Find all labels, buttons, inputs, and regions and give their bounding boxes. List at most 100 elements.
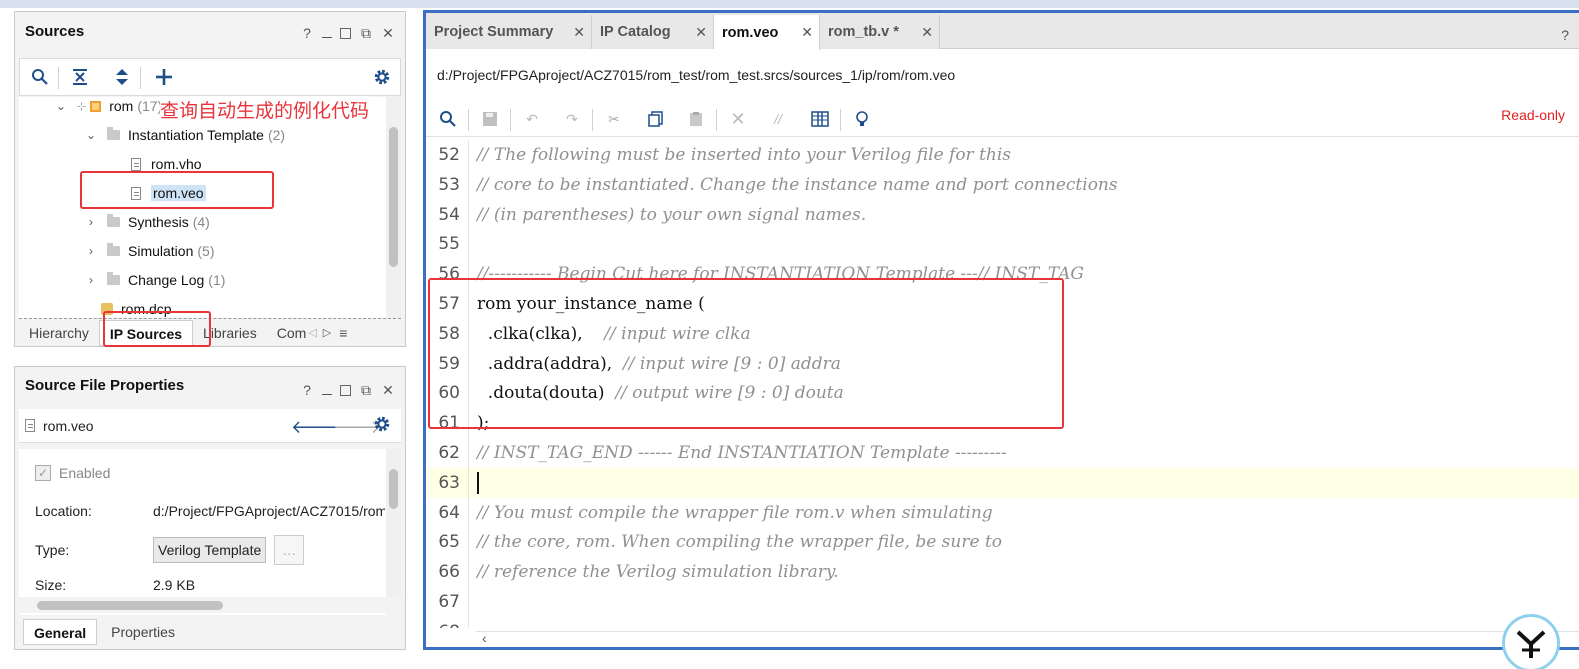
code-line[interactable]: 66 // reference the Verilog simulation li… bbox=[426, 557, 1579, 588]
undo-icon[interactable]: ↶ bbox=[520, 107, 544, 131]
help-icon[interactable]: ? bbox=[300, 383, 314, 397]
close-icon[interactable]: ✕ bbox=[381, 26, 395, 40]
properties-hscrollbar[interactable] bbox=[19, 597, 386, 613]
annotation-text: 查询自动生成的例化代码 bbox=[160, 96, 370, 123]
code-line[interactable]: 67 bbox=[426, 587, 1579, 617]
annotation-box-ip-sources bbox=[103, 311, 211, 347]
type-value-button[interactable]: Verilog Template bbox=[153, 537, 267, 563]
tree-item-synthesis[interactable]: › Synthesis (4) bbox=[85, 210, 210, 234]
tab-ip-catalog[interactable]: IP Catalog ✕ bbox=[592, 15, 714, 49]
read-only-label: Read-only bbox=[1501, 107, 1565, 123]
tree-item-instantiation-template[interactable]: ⌄ Instantiation Template (2) bbox=[85, 123, 285, 147]
close-icon[interactable]: ✕ bbox=[695, 24, 707, 41]
line-number: 66 bbox=[438, 562, 460, 583]
enabled-checkbox[interactable]: ✓ bbox=[35, 465, 51, 481]
line-number: 63 bbox=[438, 472, 460, 493]
type-more-button[interactable]: … bbox=[274, 535, 305, 565]
collapse-all-icon[interactable] bbox=[68, 65, 92, 89]
comment-icon[interactable]: // bbox=[766, 107, 790, 131]
gear-icon[interactable] bbox=[370, 65, 394, 89]
line-number: 64 bbox=[438, 502, 460, 523]
line-number: 53 bbox=[438, 174, 460, 195]
properties-scroll-thumb[interactable] bbox=[389, 469, 398, 509]
tab-compile-order[interactable]: Com bbox=[267, 320, 309, 346]
tree-scroll-thumb[interactable] bbox=[389, 127, 398, 267]
code-comment: // core to be instantiated. Change the i… bbox=[477, 174, 1118, 195]
paste-icon[interactable] bbox=[684, 107, 708, 131]
close-icon[interactable]: ✕ bbox=[921, 24, 933, 41]
code-line[interactable]: 53 // core to be instantiated. Change the… bbox=[426, 169, 1579, 200]
copy-icon[interactable] bbox=[644, 107, 668, 131]
save-icon[interactable] bbox=[478, 107, 502, 131]
code-line[interactable]: 68 bbox=[426, 616, 1579, 628]
lightbulb-icon[interactable] bbox=[850, 107, 874, 131]
gutter bbox=[468, 497, 469, 528]
column-select-icon[interactable] bbox=[808, 107, 832, 131]
code-line[interactable]: 52 // The following must be inserted into… bbox=[426, 140, 1579, 170]
file-icon bbox=[25, 419, 35, 432]
gear-icon[interactable] bbox=[373, 415, 391, 436]
code-line[interactable]: 65 // the core, rom. When compiling the w… bbox=[426, 527, 1579, 558]
code-line[interactable]: 64 // You must compile the wrapper file r… bbox=[426, 497, 1579, 528]
tab-rom-tb-v[interactable]: rom_tb.v * ✕ bbox=[820, 15, 940, 49]
tree-scrollbar[interactable] bbox=[386, 97, 401, 318]
chevron-down-icon[interactable]: ⌄ bbox=[85, 128, 97, 142]
tree-item-simulation[interactable]: › Simulation (5) bbox=[85, 239, 215, 263]
help-icon[interactable]: ? bbox=[1561, 27, 1569, 43]
location-label: Location: bbox=[35, 503, 92, 519]
chevron-down-icon[interactable]: ⌄ bbox=[55, 99, 67, 113]
tab-scroll-left-icon[interactable]: ◁ bbox=[308, 326, 316, 339]
close-icon[interactable]: ✕ bbox=[381, 383, 395, 397]
ip-icon: ⊹ bbox=[77, 100, 87, 113]
redo-icon[interactable]: ↷ bbox=[560, 107, 584, 131]
close-icon[interactable]: ✕ bbox=[801, 24, 813, 41]
tab-general[interactable]: General bbox=[23, 619, 98, 645]
sources-toolbar bbox=[19, 58, 401, 96]
help-icon[interactable]: ? bbox=[300, 26, 314, 40]
code-line[interactable]: 63 bbox=[426, 467, 1579, 498]
close-icon[interactable]: ✕ bbox=[573, 24, 585, 41]
size-value: 2.9 KB bbox=[153, 577, 196, 593]
tree-item-change-log[interactable]: › Change Log (1) bbox=[85, 268, 225, 292]
minimize-icon[interactable] bbox=[322, 29, 332, 38]
tab-menu-icon[interactable]: ≡ bbox=[339, 325, 347, 341]
tab-properties[interactable]: Properties bbox=[101, 619, 185, 645]
add-icon[interactable] bbox=[152, 65, 176, 89]
code-comment: // reference the Verilog simulation libr… bbox=[477, 562, 839, 583]
chevron-right-icon[interactable]: › bbox=[85, 215, 97, 229]
enabled-row: ✓ Enabled bbox=[35, 465, 110, 481]
search-icon[interactable] bbox=[436, 107, 460, 131]
tab-hierarchy[interactable]: Hierarchy bbox=[19, 320, 99, 346]
code-comment: // You must compile the wrapper file rom… bbox=[477, 502, 993, 523]
annotation-box-rom-veo bbox=[80, 171, 274, 209]
float-icon[interactable]: ⧉ bbox=[359, 26, 373, 40]
minimize-icon[interactable] bbox=[322, 386, 332, 395]
cut-icon[interactable]: ✂ bbox=[602, 107, 626, 131]
tree-item-rom[interactable]: ⌄ ⊹ rom (17) bbox=[55, 97, 162, 118]
search-icon[interactable] bbox=[28, 65, 52, 89]
tree-item-label: Change Log bbox=[128, 272, 205, 288]
chevron-right-icon[interactable]: › bbox=[85, 244, 97, 258]
properties-body: ✓ Enabled Location: d:/Project/FPGAproje… bbox=[19, 449, 386, 615]
maximize-icon[interactable] bbox=[340, 27, 351, 39]
code-line[interactable]: 54 // (in parentheses) to your own signal… bbox=[426, 199, 1579, 230]
float-icon[interactable]: ⧉ bbox=[359, 383, 373, 397]
tab-label: Project Summary bbox=[434, 24, 554, 40]
folder-icon bbox=[107, 272, 120, 285]
code-line[interactable]: 55 bbox=[426, 229, 1579, 260]
chevron-right-icon[interactable]: › bbox=[85, 273, 97, 287]
properties-scrollbar[interactable] bbox=[386, 449, 401, 597]
tab-scroll-right-icon[interactable]: ▷ bbox=[323, 326, 331, 339]
enabled-label: Enabled bbox=[59, 465, 111, 481]
tab-rom-veo[interactable]: rom.veo ✕ bbox=[714, 15, 820, 50]
scroll-left-icon[interactable]: ‹ bbox=[482, 630, 487, 646]
code-line[interactable]: 62 // INST_TAG_END ------ End INSTANTIATI… bbox=[426, 438, 1579, 468]
file-path: d:/Project/FPGAproject/ACZ7015/rom_test/… bbox=[437, 67, 956, 83]
delete-icon[interactable]: ✕ bbox=[726, 107, 750, 131]
properties-hscroll-thumb[interactable] bbox=[37, 601, 223, 610]
tree-item-count: (2) bbox=[267, 127, 286, 143]
editor-hscrollbar[interactable]: ‹ bbox=[476, 630, 1579, 649]
tab-project-summary[interactable]: Project Summary ✕ bbox=[426, 15, 592, 49]
expand-all-icon[interactable] bbox=[110, 65, 134, 89]
maximize-icon[interactable] bbox=[340, 384, 351, 396]
